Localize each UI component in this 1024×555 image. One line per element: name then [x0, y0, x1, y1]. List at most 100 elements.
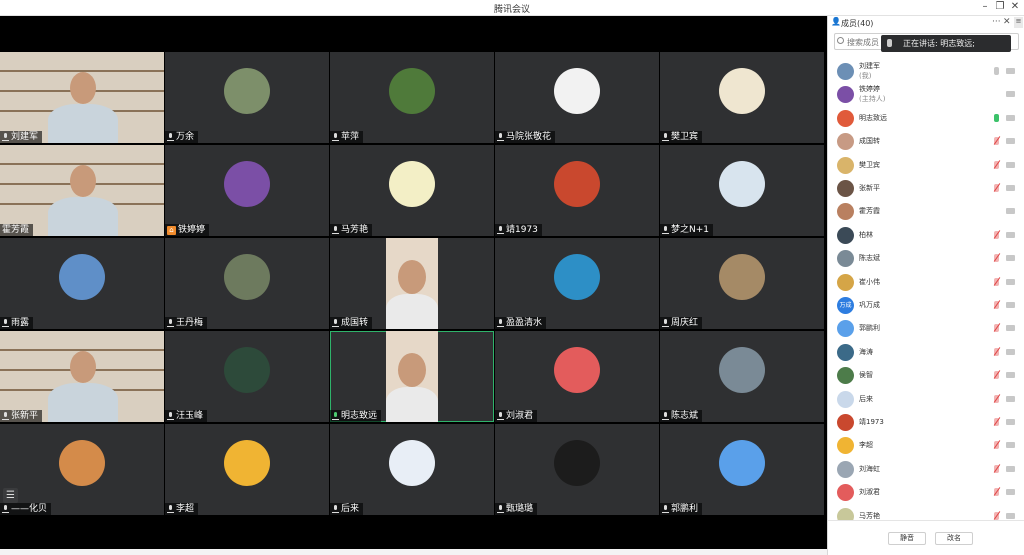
mic-muted-icon[interactable]	[994, 277, 999, 286]
participant-avatar	[554, 68, 600, 114]
mic-muted-icon[interactable]	[994, 511, 999, 520]
member-name: 崔小伟	[859, 277, 880, 286]
mic-muted-icon[interactable]	[994, 137, 999, 146]
mic-muted-icon[interactable]	[994, 184, 999, 192]
mic-muted-icon[interactable]	[994, 254, 999, 263]
member-row[interactable]: 铁婷婷 (主持人)	[828, 83, 1024, 106]
camera-icon[interactable]	[1006, 68, 1015, 74]
video-tile[interactable]: 李超	[165, 424, 329, 515]
camera-icon[interactable]	[1006, 512, 1015, 519]
video-tile[interactable]: ——化贝	[0, 424, 164, 515]
member-row[interactable]: 刘海虹	[828, 458, 1024, 481]
mic-muted-icon[interactable]	[994, 160, 999, 169]
member-row[interactable]: 成国转	[828, 130, 1024, 153]
camera-icon[interactable]	[1006, 114, 1015, 121]
member-row[interactable]: 后来	[828, 388, 1024, 411]
camera-icon[interactable]	[1006, 325, 1015, 332]
video-tile[interactable]: 苹萍	[330, 52, 494, 143]
video-tile[interactable]: 靖1973	[495, 145, 659, 236]
mic-icon[interactable]	[994, 113, 999, 122]
video-tile[interactable]: 汪玉峰	[165, 331, 329, 422]
participant-name-tag: 苹萍	[330, 131, 364, 143]
grid-menu-icon[interactable]: ☰	[3, 488, 18, 503]
camera-icon[interactable]	[1006, 395, 1015, 402]
mic-muted-icon[interactable]	[994, 464, 999, 473]
member-row[interactable]: 刘建军 (我)	[828, 60, 1024, 83]
member-row[interactable]: 霍芳霞	[828, 200, 1024, 223]
camera-icon[interactable]	[1006, 138, 1015, 145]
mic-muted-icon[interactable]	[994, 230, 999, 239]
mic-muted-icon[interactable]	[994, 418, 999, 426]
mic-muted-icon[interactable]	[994, 441, 999, 450]
member-row[interactable]: 刘淑君	[828, 481, 1024, 504]
video-tile[interactable]: 霍芳霞	[0, 145, 164, 236]
camera-icon[interactable]	[1006, 348, 1015, 355]
camera-icon[interactable]	[1006, 302, 1015, 308]
camera-icon[interactable]	[1006, 208, 1015, 215]
mute-all-button[interactable]: 静音	[888, 532, 926, 545]
mic-muted-icon[interactable]	[994, 301, 999, 309]
member-avatar: 万成	[837, 297, 854, 314]
mic-muted-icon[interactable]	[994, 394, 999, 403]
video-tile[interactable]: 周庆红	[660, 238, 824, 329]
mic-muted-icon[interactable]	[994, 324, 999, 333]
member-name: 霍芳霞	[859, 207, 880, 216]
video-tile[interactable]: 成国转	[330, 238, 494, 329]
mic-muted-icon[interactable]	[994, 347, 999, 356]
camera-icon[interactable]	[1006, 91, 1015, 98]
camera-icon[interactable]	[1006, 372, 1015, 379]
camera-icon[interactable]	[1006, 489, 1015, 496]
mic-icon[interactable]	[994, 67, 999, 75]
participant-avatar	[59, 254, 105, 300]
member-row[interactable]: 陈志斌	[828, 247, 1024, 270]
camera-icon[interactable]	[1006, 231, 1015, 238]
camera-icon[interactable]	[1006, 442, 1015, 449]
video-tile[interactable]: 张新平	[0, 331, 164, 422]
camera-icon[interactable]	[1006, 161, 1015, 168]
video-tile[interactable]: 万余	[165, 52, 329, 143]
camera-icon[interactable]	[1006, 278, 1015, 285]
member-row[interactable]: 靖1973	[828, 411, 1024, 434]
video-tile[interactable]: 马院张敬花	[495, 52, 659, 143]
rename-button[interactable]: 改名	[935, 532, 973, 545]
camera-icon[interactable]	[1006, 465, 1015, 472]
participant-video	[386, 238, 438, 329]
video-tile[interactable]: 刘淑君	[495, 331, 659, 422]
mic-muted-icon[interactable]	[994, 488, 999, 497]
member-row[interactable]: 柏林	[828, 224, 1024, 247]
camera-icon[interactable]	[1006, 185, 1015, 191]
video-tile[interactable]: 马芳艳	[330, 145, 494, 236]
mic-icon	[662, 133, 669, 141]
more-icon[interactable]: ···	[992, 17, 1001, 27]
member-row[interactable]: 明志致远	[828, 107, 1024, 130]
member-row[interactable]: 张新平	[828, 177, 1024, 200]
member-row[interactable]: 崔小伟	[828, 271, 1024, 294]
member-row[interactable]: 海涛	[828, 341, 1024, 364]
camera-icon[interactable]	[1006, 255, 1015, 262]
participant-avatar	[224, 254, 270, 300]
camera-icon[interactable]	[1006, 419, 1015, 425]
member-row[interactable]: 侯智	[828, 364, 1024, 387]
video-tile[interactable]: 后来	[330, 424, 494, 515]
panel-menu-icon[interactable]: ≡	[1014, 17, 1023, 28]
member-row[interactable]: 万成 巩万成	[828, 294, 1024, 317]
close-icon[interactable]: ✕	[1006, 1, 1024, 12]
video-tile[interactable]: 陈志斌	[660, 331, 824, 422]
video-tile[interactable]: 甄璐璐	[495, 424, 659, 515]
member-row[interactable]: 樊卫宾	[828, 154, 1024, 177]
video-tile[interactable]: 樊卫宾	[660, 52, 824, 143]
video-tile[interactable]: 梦之N+1	[660, 145, 824, 236]
video-tile[interactable]: 郭鹏利	[660, 424, 824, 515]
video-tile[interactable]: 刘建军	[0, 52, 164, 143]
speaking-text: 正在讲话: 明志致远;	[903, 39, 975, 48]
member-row[interactable]: 李超	[828, 434, 1024, 457]
video-tile[interactable]: 明志致远	[330, 331, 494, 422]
panel-close-icon[interactable]: ✕	[1003, 17, 1011, 27]
video-tile[interactable]: ⌂ 铁婷婷	[165, 145, 329, 236]
mic-muted-icon[interactable]	[994, 371, 999, 380]
video-tile[interactable]: 雨露	[0, 238, 164, 329]
participant-name-tag: 霍芳霞	[0, 224, 34, 236]
member-row[interactable]: 郭鹏利	[828, 317, 1024, 340]
video-tile[interactable]: 盈盈清水	[495, 238, 659, 329]
video-tile[interactable]: 王丹梅	[165, 238, 329, 329]
